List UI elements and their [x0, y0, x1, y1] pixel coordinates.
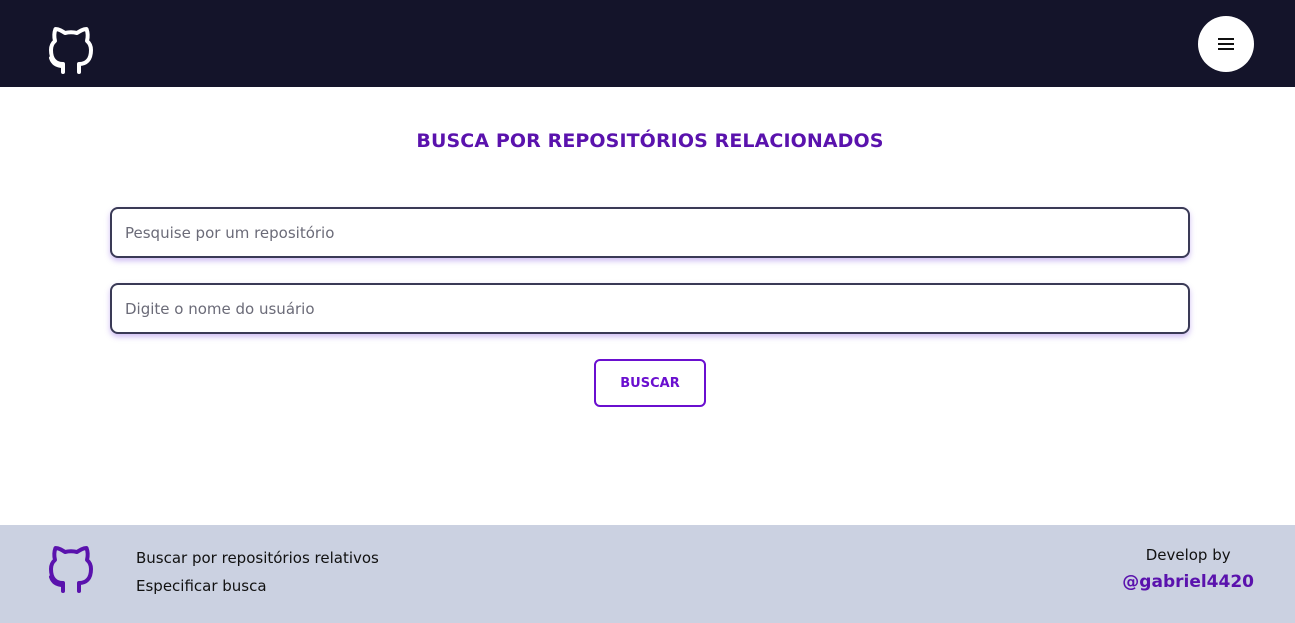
github-icon	[47, 543, 95, 595]
menu-button[interactable]	[1198, 16, 1254, 72]
hamburger-menu-icon	[1218, 38, 1234, 50]
credit-label: Develop by	[1145, 546, 1231, 564]
username-input[interactable]	[110, 283, 1190, 334]
search-button[interactable]: BUSCAR	[594, 359, 706, 407]
footer: Buscar por repositórios relativos Especi…	[0, 525, 1295, 623]
repository-search-input[interactable]	[110, 207, 1190, 258]
top-navbar	[0, 0, 1295, 87]
developer-handle-link[interactable]: @gabriel4420	[1122, 571, 1254, 593]
page-title: BUSCA POR REPOSITÓRIOS RELACIONADOS	[416, 130, 884, 152]
footer-links: Buscar por repositórios relativos Especi…	[136, 544, 379, 600]
developer-credit: Develop by @gabriel4420	[1122, 545, 1254, 593]
github-icon[interactable]	[47, 24, 95, 76]
footer-link-related-repos[interactable]: Buscar por repositórios relativos	[136, 544, 379, 572]
footer-link-specific-search[interactable]: Especificar busca	[136, 572, 379, 600]
search-section: BUSCA POR REPOSITÓRIOS RELACIONADOS BUSC…	[0, 87, 1295, 525]
